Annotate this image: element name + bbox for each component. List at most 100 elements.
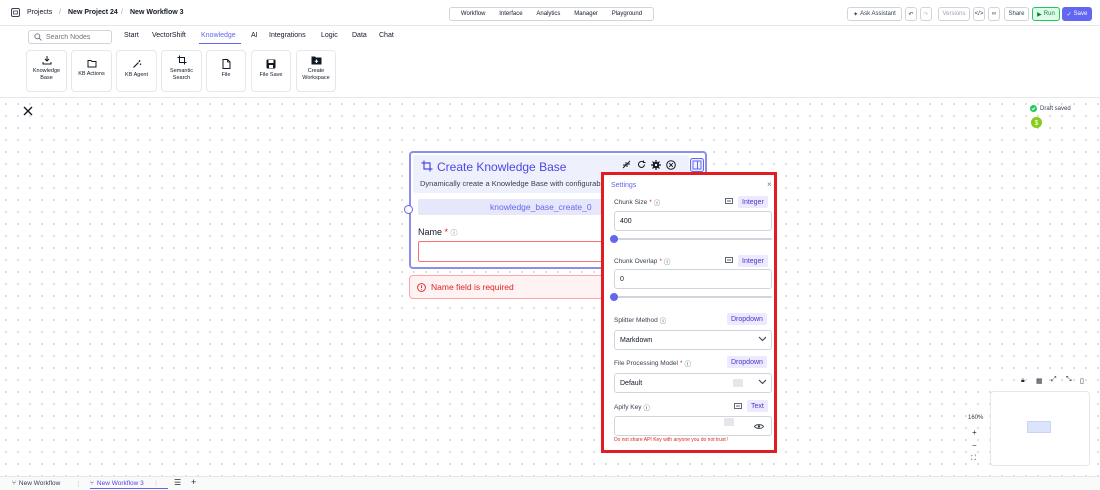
chunk-size-slider-thumb[interactable]	[610, 235, 618, 243]
tab-manager[interactable]: Manager	[574, 11, 598, 17]
tile-knowledge-base[interactable]: Knowledge Base	[26, 50, 67, 92]
settings-title: Settings	[611, 182, 637, 189]
sidebar-panel-icon[interactable]	[690, 158, 704, 172]
undo-icon: ↶	[908, 11, 914, 18]
versions-button[interactable]: Versions	[938, 7, 970, 21]
splitter-method-select[interactable]: Markdown	[614, 330, 772, 350]
breadcrumb-projects[interactable]: Projects	[27, 9, 52, 16]
tile-file[interactable]: File	[206, 50, 246, 92]
share-button[interactable]: Share	[1004, 7, 1029, 21]
crop-icon	[421, 160, 433, 172]
apify-key-input[interactable]	[614, 416, 772, 436]
close-icon[interactable]: ×	[767, 180, 772, 189]
chunk-overlap-input[interactable]: 0	[614, 269, 772, 289]
tab-analytics[interactable]: Analytics	[536, 11, 560, 17]
chunk-overlap-slider-thumb[interactable]	[610, 293, 618, 301]
zoom-level: 160%	[968, 415, 984, 421]
workflow-tab[interactable]: ⑂ New Workflow ⋮	[12, 478, 82, 489]
variable-icon[interactable]	[725, 198, 733, 205]
zoom-out-button[interactable]: −	[972, 441, 977, 450]
info-icon: ⓘ	[653, 200, 661, 207]
save-icon: ✓	[1066, 11, 1072, 18]
node-id: knowledge_base_create_0	[490, 202, 592, 212]
search-input[interactable]	[46, 33, 106, 41]
save-button[interactable]: ✓ Save	[1062, 7, 1092, 21]
collapse-icon[interactable]	[622, 160, 631, 169]
file-icon	[222, 59, 231, 69]
category-chat[interactable]: Chat	[379, 32, 394, 39]
breadcrumb-separator: /	[59, 9, 61, 16]
category-ai[interactable]: AI	[251, 32, 258, 39]
minimap-node	[1027, 421, 1051, 433]
redo-button[interactable]: ↷	[920, 7, 932, 21]
category-vectorshift[interactable]: VectorShift	[152, 32, 186, 39]
gear-icon[interactable]	[651, 160, 661, 170]
add-tab-button[interactable]: +	[191, 477, 196, 487]
type-badge: Text	[747, 400, 768, 412]
close-circle-icon[interactable]	[666, 160, 676, 170]
redo-icon: ↷	[923, 11, 929, 18]
more-icon[interactable]: ⋮	[75, 480, 82, 488]
fit-view-button[interactable]: ⛶	[971, 455, 976, 463]
chevron-down-icon	[758, 336, 767, 342]
info-icon: ⓘ	[659, 318, 667, 325]
breadcrumb-workflow[interactable]: New Workflow 3	[130, 9, 184, 16]
tab-interface[interactable]: Interface	[499, 11, 522, 17]
variable-icon[interactable]	[725, 257, 733, 264]
type-badge: Dropdown	[727, 356, 767, 368]
chevron-down-icon	[758, 379, 767, 385]
tile-semantic-search[interactable]: Semantic Search	[161, 50, 202, 92]
more-icon[interactable]: ⋮	[153, 479, 160, 487]
chunk-overlap-slider[interactable]	[614, 296, 772, 298]
category-data[interactable]: Data	[352, 32, 367, 39]
ask-assistant-button[interactable]: ✦ Ask Assistant	[847, 7, 902, 21]
refresh-icon[interactable]	[637, 160, 646, 169]
tile-create-workspace[interactable]: Create Workspace	[296, 50, 336, 92]
sparkle-icon: ✦	[853, 11, 859, 18]
undo-button[interactable]: ↶	[905, 7, 917, 21]
close-icon[interactable]	[23, 106, 33, 116]
node-description: Dynamically create a Knowledge Base with…	[420, 179, 606, 188]
map-icon[interactable]: ▯	[1080, 377, 1084, 385]
tab-workflow[interactable]: Workflow	[461, 11, 486, 17]
type-badge: Dropdown	[727, 313, 767, 325]
zoom-in-button[interactable]: +	[972, 428, 977, 437]
workflow-icon: ⑂	[90, 479, 94, 487]
list-icon[interactable]: ☰	[174, 478, 181, 487]
name-input[interactable]	[418, 241, 608, 262]
projects-icon[interactable]	[11, 8, 20, 17]
fullscreen-icon[interactable]: ⤡	[1066, 376, 1072, 384]
breadcrumb-project[interactable]: New Project 24	[68, 9, 118, 16]
embed-button[interactable]: ∞	[988, 7, 1000, 21]
expand-icon[interactable]: ⤢	[1051, 376, 1057, 384]
credits-icon[interactable]: $	[1031, 117, 1042, 128]
category-integrations[interactable]: Integrations	[269, 32, 306, 39]
eye-icon[interactable]	[754, 423, 764, 430]
apify-key-label: Apify Key ⓘ	[614, 403, 650, 413]
chunk-size-input[interactable]: 400	[614, 211, 772, 231]
search-nodes[interactable]	[28, 30, 112, 44]
tab-playground[interactable]: Playground	[612, 11, 642, 17]
download-icon	[42, 55, 52, 65]
category-start[interactable]: Start	[124, 32, 139, 39]
chunk-size-slider[interactable]	[614, 238, 772, 240]
tile-kb-agent[interactable]: KB Agent	[116, 50, 157, 92]
input-handle[interactable]	[404, 205, 413, 214]
keyboard-icon	[733, 379, 743, 387]
variable-icon[interactable]	[734, 403, 742, 410]
code-button[interactable]: </>	[973, 7, 985, 21]
category-knowledge[interactable]: Knowledge	[201, 32, 236, 39]
keyboard-icon	[724, 418, 734, 426]
type-badge: Integer	[738, 196, 768, 208]
lock-icon[interactable]: 🔒︎	[1021, 377, 1025, 385]
type-badge: Integer	[738, 255, 768, 267]
grid-icon[interactable]: ▦	[1036, 377, 1043, 385]
folder-icon	[87, 59, 97, 68]
tile-file-save[interactable]: File Save	[251, 50, 291, 92]
file-processing-model-select[interactable]: Default	[614, 373, 772, 393]
error-icon	[417, 282, 426, 292]
workflow-tab-active[interactable]: ⑂ New Workflow 3 ⋮	[90, 478, 168, 489]
tile-kb-actions[interactable]: KB Actions	[71, 50, 112, 92]
run-button[interactable]: ▶ Run	[1032, 7, 1060, 21]
category-logic[interactable]: Logic	[321, 32, 338, 39]
